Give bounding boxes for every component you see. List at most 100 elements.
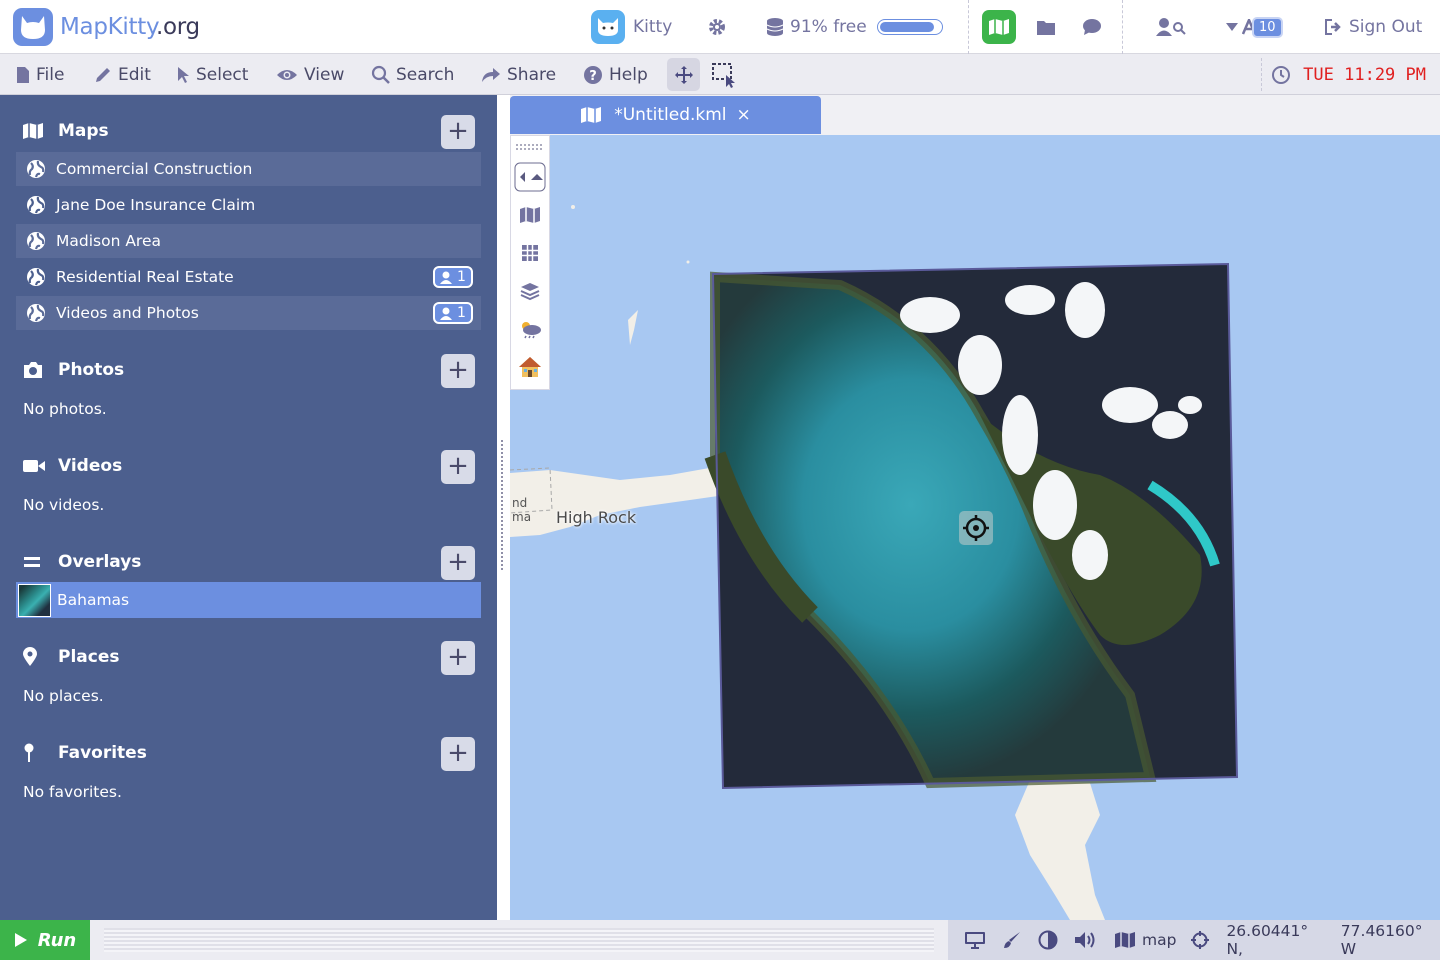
add-photo-button[interactable]: + bbox=[441, 354, 475, 388]
folder-icon[interactable] bbox=[1036, 0, 1056, 54]
top-bar: MapKitty.org Kitty 91% free 10 Sign Out bbox=[0, 0, 1440, 54]
menu-edit[interactable]: Edit bbox=[94, 54, 151, 95]
layers-icon bbox=[520, 283, 540, 301]
map-canvas[interactable]: High Rock nd ma bbox=[510, 135, 1440, 920]
storage-bar-fill bbox=[879, 22, 935, 32]
user-menu[interactable]: Kitty bbox=[591, 0, 672, 54]
grid-button[interactable] bbox=[511, 234, 549, 272]
menu-view[interactable]: View bbox=[276, 54, 344, 95]
map-icon bbox=[581, 107, 602, 123]
settings-gear-icon[interactable] bbox=[707, 0, 727, 54]
monitor-icon[interactable] bbox=[964, 931, 986, 949]
help-icon: ? bbox=[584, 65, 602, 84]
document-tab[interactable]: *Untitled.kml × bbox=[510, 96, 821, 134]
grid-icon bbox=[522, 245, 538, 261]
run-button[interactable]: Run bbox=[0, 920, 90, 960]
add-video-button[interactable]: + bbox=[441, 450, 475, 484]
move-tool-button[interactable] bbox=[667, 58, 700, 91]
map-list-item[interactable]: Commercial Construction bbox=[16, 152, 481, 186]
shared-users-badge[interactable]: 1 bbox=[433, 302, 473, 324]
logo-cat-icon[interactable] bbox=[13, 8, 53, 46]
menu-search[interactable]: Search bbox=[371, 54, 454, 95]
storage-bar bbox=[876, 19, 943, 35]
overlay-list-item[interactable]: Bahamas bbox=[16, 582, 481, 618]
section-favorites: Favorites + bbox=[0, 731, 497, 775]
drag-handle[interactable] bbox=[511, 136, 549, 158]
basemap-button[interactable] bbox=[511, 196, 549, 234]
storage-label: 91% free bbox=[790, 17, 867, 37]
brand-logo[interactable]: MapKitty.org bbox=[60, 14, 200, 40]
timeline-track[interactable] bbox=[104, 928, 934, 952]
layers-button[interactable] bbox=[511, 272, 549, 310]
overlay-thumbnail bbox=[18, 583, 51, 617]
menu-select[interactable]: Select bbox=[176, 54, 248, 95]
contrast-icon[interactable] bbox=[1038, 930, 1058, 950]
paintbrush-icon[interactable] bbox=[1002, 930, 1022, 950]
sign-out-label: Sign Out bbox=[1349, 17, 1423, 37]
marquee-select-button[interactable] bbox=[711, 54, 743, 95]
add-map-button[interactable]: + bbox=[441, 115, 475, 149]
storage-indicator[interactable]: 91% free bbox=[766, 0, 943, 54]
menu-file[interactable]: File bbox=[16, 54, 64, 95]
pencil-icon bbox=[96, 67, 110, 82]
map-mode-label: map bbox=[1142, 931, 1177, 949]
section-title: Videos bbox=[58, 456, 123, 476]
divider bbox=[1122, 0, 1123, 54]
map-icon bbox=[22, 123, 58, 139]
menu-share[interactable]: Share bbox=[481, 54, 556, 95]
volume-icon[interactable] bbox=[1074, 931, 1098, 949]
menu-help[interactable]: ? Help bbox=[583, 54, 648, 95]
divider bbox=[968, 0, 969, 54]
map-list-item[interactable]: Jane Doe Insurance Claim bbox=[16, 188, 481, 222]
sign-out-button[interactable]: Sign Out bbox=[1325, 0, 1422, 54]
status-bar: Run map 26.60441° N, 77.46160° W bbox=[0, 920, 1440, 960]
longitude-readout: 77.46160° W bbox=[1340, 922, 1423, 958]
close-tab-icon[interactable]: × bbox=[737, 105, 751, 125]
empty-places-note: No places. bbox=[23, 687, 104, 705]
menu-bar: File Edit Select View Search Share ? Hel… bbox=[0, 54, 1440, 95]
svg-text:?: ? bbox=[589, 69, 597, 84]
weather-cloud-icon bbox=[522, 322, 541, 339]
weather-button[interactable] bbox=[511, 310, 549, 348]
move-arrows-icon bbox=[674, 65, 693, 84]
section-overlays: Overlays + bbox=[0, 540, 497, 584]
maps-view-button[interactable] bbox=[982, 0, 1016, 54]
map-toolbar bbox=[510, 135, 550, 390]
notifications-dropdown[interactable]: 10 bbox=[1226, 0, 1283, 54]
document-title: *Untitled.kml bbox=[614, 105, 727, 125]
satellite-overlay[interactable] bbox=[510, 135, 1440, 920]
map-list-item[interactable]: Videos and Photos 1 bbox=[16, 296, 481, 330]
collapse-toolbar-button[interactable] bbox=[511, 158, 549, 196]
map-mode-icon[interactable] bbox=[1114, 932, 1136, 948]
divider bbox=[1261, 58, 1262, 91]
status-panel: map 26.60441° N, 77.46160° W bbox=[948, 920, 1440, 960]
file-icon bbox=[17, 66, 29, 83]
camera-icon bbox=[22, 361, 58, 379]
caret-down-icon bbox=[1226, 23, 1238, 31]
house-button[interactable] bbox=[511, 348, 549, 386]
user-name: Kitty bbox=[633, 17, 673, 37]
equals-icon bbox=[22, 556, 58, 568]
panel-resize-handle[interactable] bbox=[497, 95, 510, 920]
database-icon bbox=[766, 18, 784, 36]
globe-icon bbox=[16, 303, 56, 323]
shared-users-badge[interactable]: 1 bbox=[433, 266, 473, 288]
add-overlay-button[interactable]: + bbox=[441, 546, 475, 580]
section-videos: Videos + bbox=[0, 444, 497, 488]
latitude-readout: 26.60441° N, bbox=[1226, 922, 1309, 958]
pointer-icon bbox=[178, 66, 189, 83]
user-search-icon[interactable] bbox=[1156, 0, 1186, 54]
map-pin-icon bbox=[22, 647, 58, 667]
section-photos: Photos + bbox=[0, 348, 497, 392]
add-favorite-button[interactable]: + bbox=[441, 737, 475, 771]
chat-icon[interactable] bbox=[1082, 0, 1102, 54]
map-list-item[interactable]: Madison Area bbox=[16, 224, 481, 258]
section-title: Favorites bbox=[58, 743, 147, 763]
crosshair-icon[interactable] bbox=[1190, 930, 1210, 950]
clock: TUE 11:29 PM bbox=[1271, 54, 1426, 95]
eye-icon bbox=[277, 69, 297, 80]
marquee-select-icon bbox=[712, 62, 735, 88]
map-list-item[interactable]: Residential Real Estate 1 bbox=[16, 260, 481, 294]
play-icon bbox=[14, 933, 27, 947]
add-place-button[interactable]: + bbox=[441, 641, 475, 675]
